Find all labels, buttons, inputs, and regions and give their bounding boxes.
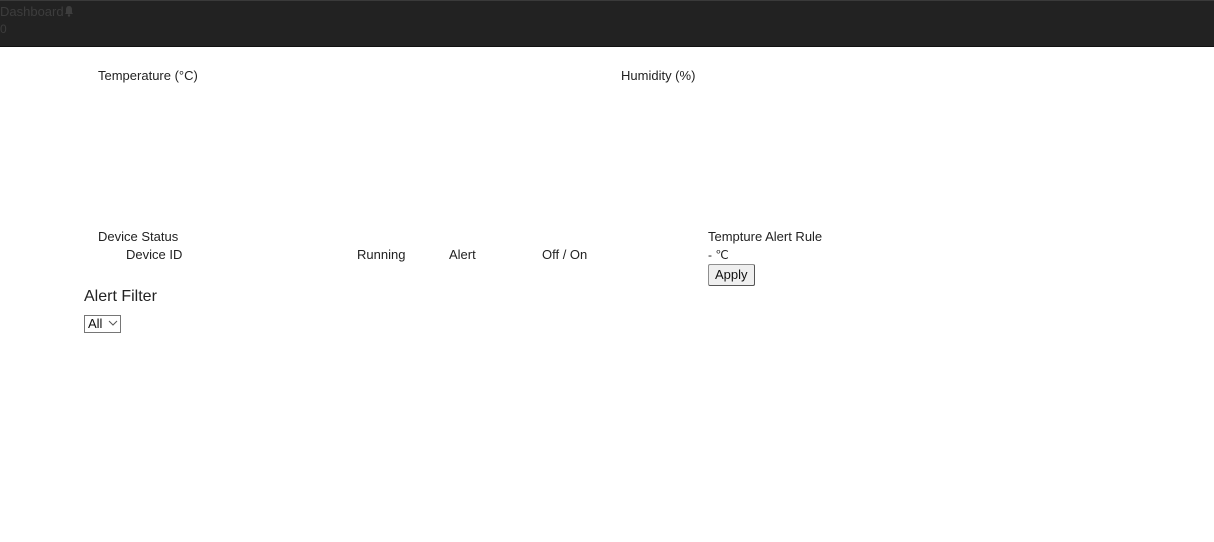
apply-button[interactable]: Apply [708,264,755,286]
column-header-alert: Alert [449,247,476,262]
top-navbar: Dashboard 0 [0,0,1214,47]
alert-filter-select[interactable]: All [84,315,121,333]
chevron-down-icon [108,320,118,326]
alert-filter-title: Alert Filter [84,288,157,305]
column-header-off-on: Off / On [542,247,588,262]
alert-rule-title: Tempture Alert Rule [708,229,823,244]
app-title[interactable]: Dashboard [0,4,64,20]
device-status-title: Device Status [98,229,179,244]
column-header-running: Running [357,247,406,262]
humidity-chart-title: Humidity (%) [621,68,696,83]
bell-icon[interactable] [64,5,74,17]
alert-filter-selected-value: All [88,316,103,331]
temperature-chart-title: Temperature (°C) [98,68,198,83]
notification-count: 0 [0,22,7,36]
column-header-device-id: Device ID [126,247,183,262]
threshold-value: - ℃ [708,248,729,262]
